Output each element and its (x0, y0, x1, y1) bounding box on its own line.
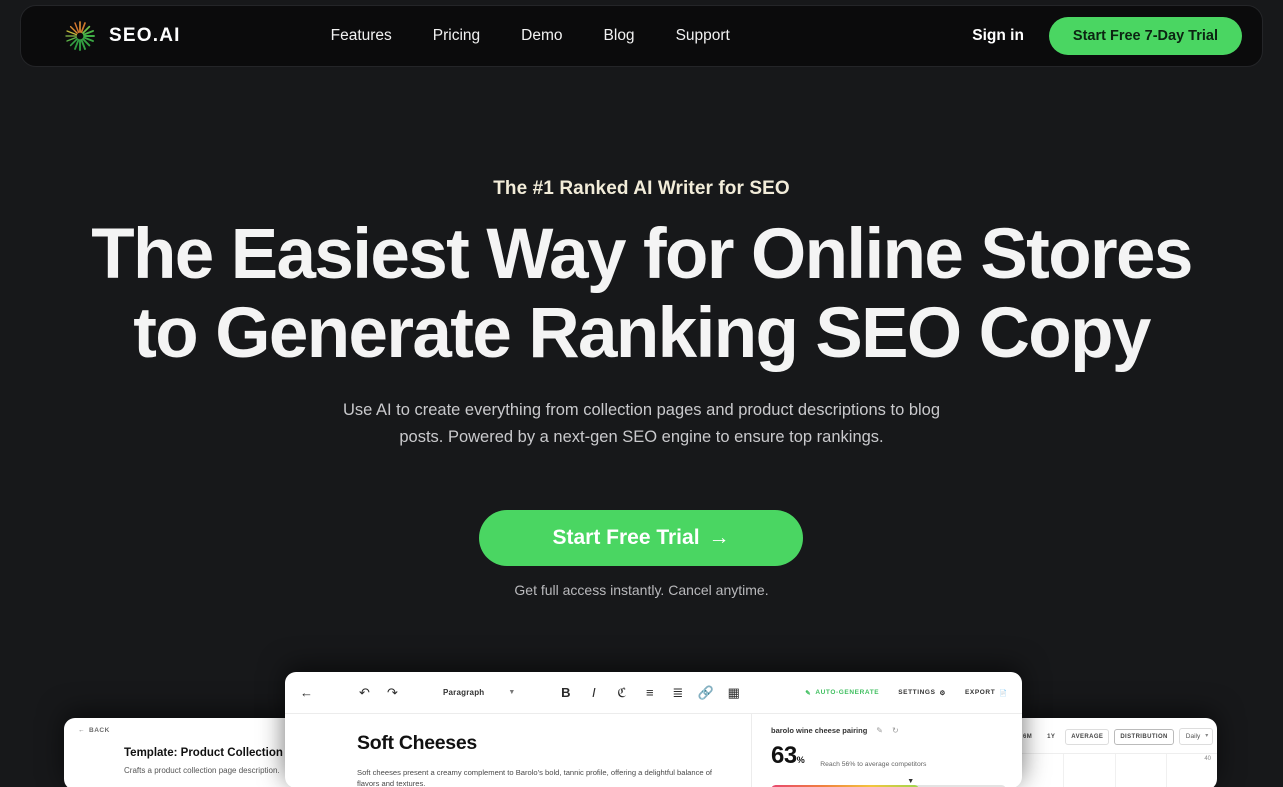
seo-score: 63% (771, 742, 805, 772)
seo-score-panel: barolo wine cheese pairing ✎ ↻ 63% Reach… (751, 714, 1022, 787)
analytics-tabs: 6M 1Y AVERAGE DISTRIBUTION Daily (1012, 718, 1217, 745)
tab-average[interactable]: AVERAGE (1065, 728, 1110, 745)
score-row: 63% Reach 56% to average competitors (771, 744, 1006, 772)
auto-generate-label: AUTO-GENERATE (815, 689, 880, 696)
analytics-chart: 40 (1012, 753, 1217, 787)
nav-actions: Sign in Start Free 7-Day Trial (972, 17, 1242, 55)
brand-name: SEO.AI (109, 25, 181, 46)
score-value: 63 (771, 742, 797, 769)
export-button[interactable]: EXPORT 📄 (965, 689, 1008, 697)
nav-link-support[interactable]: Support (676, 27, 730, 45)
tab-1y[interactable]: 1Y (1042, 730, 1060, 744)
gear-icon: ⚙ (939, 689, 946, 697)
arrow-left-icon: ← (78, 727, 85, 734)
arrow-left-icon[interactable]: ← (299, 685, 314, 700)
editor-body: Soft Cheeses Soft cheeses present a crea… (285, 714, 1022, 787)
settings-label: SETTINGS (898, 689, 936, 696)
tab-distribution[interactable]: DISTRIBUTION (1114, 728, 1174, 745)
nav-link-pricing[interactable]: Pricing (433, 27, 480, 45)
editor-panel: ← ↶ ↷ Paragraph ▼ B I ℭ ≡ ≣ 🔗 ▦ ✎ AUTO-G… (285, 672, 1022, 787)
nav-link-demo[interactable]: Demo (521, 27, 562, 45)
document-heading: Soft Cheeses (357, 732, 477, 754)
undo-icon[interactable]: ↶ (357, 685, 372, 700)
redo-icon[interactable]: ↷ (385, 685, 400, 700)
pencil-icon[interactable]: ✎ (876, 726, 883, 735)
sign-in-link[interactable]: Sign in (972, 27, 1024, 45)
settings-button[interactable]: SETTINGS ⚙ (898, 689, 946, 697)
app-preview: ← BACK Template: Product Collection Desc… (0, 655, 1283, 787)
bullet-list-icon[interactable]: ≡ (642, 685, 657, 700)
cta-label: Start Free Trial (552, 526, 700, 549)
start-trial-nav-button[interactable]: Start Free 7-Day Trial (1048, 17, 1242, 55)
target-keyword: barolo wine cheese pairing (771, 726, 868, 735)
headline-line-2: to Generate Ranking SEO Copy (133, 294, 1151, 373)
score-note: Reach 56% to average competitors (820, 761, 927, 768)
link-icon[interactable]: 🔗 (698, 685, 714, 700)
triangle-down-icon: ▼ (907, 778, 915, 785)
back-label: BACK (89, 727, 110, 734)
nav-link-features[interactable]: Features (331, 27, 392, 45)
numbered-list-icon[interactable]: ≣ (670, 685, 685, 700)
sunburst-logo-icon (62, 18, 98, 54)
toolbar-history-group: ← ↶ ↷ Paragraph ▼ B I ℭ ≡ ≣ 🔗 ▦ (299, 685, 741, 701)
subtitle-line-1: Use AI to create everything from collect… (342, 401, 941, 419)
subtitle-line-2: posts. Powered by a next-gen SEO engine … (399, 428, 884, 446)
document-area[interactable]: Soft Cheeses Soft cheeses present a crea… (285, 714, 751, 787)
headline-line-1: The Easiest Way for Online Stores (91, 215, 1193, 294)
hero-eyebrow: The #1 Ranked AI Writer for SEO (493, 178, 790, 199)
nav-links: Features Pricing Demo Blog Support (331, 27, 730, 45)
arrow-right-icon: → (708, 526, 730, 549)
editor-toolbar: ← ↶ ↷ Paragraph ▼ B I ℭ ≡ ≣ 🔗 ▦ ✎ AUTO-G… (285, 672, 1022, 714)
keyword-row: barolo wine cheese pairing ✎ ↻ (771, 726, 1006, 735)
table-icon[interactable]: ▦ (726, 685, 741, 700)
score-unit: % (796, 755, 805, 765)
chevron-down-icon[interactable]: ▼ (508, 689, 515, 696)
auto-generate-button[interactable]: ✎ AUTO-GENERATE (805, 689, 879, 697)
pencil-icon: ✎ (805, 689, 812, 697)
cta-subtext: Get full access instantly. Cancel anytim… (514, 582, 769, 598)
block-style-select[interactable]: Paragraph (443, 688, 484, 697)
top-navigation-bar: SEO.AI Features Pricing Demo Blog Suppor… (20, 5, 1263, 67)
page-title: The Easiest Way for Online Stores to Gen… (0, 215, 1283, 373)
start-free-trial-button[interactable]: Start Free Trial → (479, 510, 803, 566)
refresh-icon[interactable]: ↻ (892, 726, 899, 735)
nav-link-blog[interactable]: Blog (604, 27, 635, 45)
hero-subtitle: Use AI to create everything from collect… (0, 397, 1283, 451)
landing-page: SEO.AI Features Pricing Demo Blog Suppor… (0, 0, 1283, 787)
toolbar-actions: ✎ AUTO-GENERATE SETTINGS ⚙ EXPORT 📄 (805, 689, 1008, 697)
chart-gridlines (1012, 754, 1217, 787)
brand-logo[interactable]: SEO.AI (62, 18, 181, 54)
document-paragraph: Soft cheeses present a creamy complement… (357, 768, 713, 787)
bold-icon[interactable]: B (558, 685, 573, 700)
export-label: EXPORT (964, 689, 996, 696)
interval-select[interactable]: Daily (1178, 728, 1214, 745)
highlight-icon[interactable]: ℭ (614, 685, 629, 700)
analytics-panel: 6M 1Y AVERAGE DISTRIBUTION Daily 40 (1012, 718, 1217, 787)
chart-y-axis-label: 40 (1204, 756, 1211, 762)
italic-icon[interactable]: I (586, 685, 601, 700)
document-icon: 📄 (999, 689, 1008, 697)
